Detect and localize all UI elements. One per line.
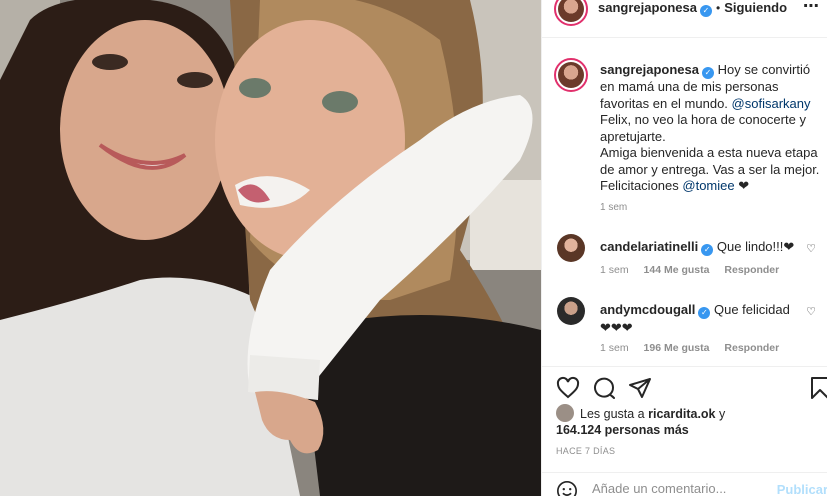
caption-line: de amor y entrega. Vas a ser la mejor. bbox=[600, 161, 820, 177]
caption-time[interactable]: 1 sem bbox=[600, 202, 627, 213]
comment-like-icon[interactable]: ♡ bbox=[806, 242, 816, 255]
caption-avatar-image bbox=[558, 62, 584, 88]
caption-avatar[interactable] bbox=[554, 58, 588, 92]
likes-prefix: Les gusta a bbox=[580, 407, 645, 421]
reply-button[interactable]: Responder bbox=[724, 264, 779, 276]
comment-input[interactable] bbox=[592, 481, 772, 496]
post-time-ago[interactable]: HACE 7 DÍAS bbox=[556, 446, 615, 456]
comment-time[interactable]: 1 sem bbox=[600, 264, 629, 276]
reply-button[interactable]: Responder bbox=[724, 342, 779, 354]
publish-button[interactable]: Publicar bbox=[777, 482, 827, 496]
comment-text: candelariatinelli ✓ Que lindo!!!❤ bbox=[600, 238, 800, 256]
more-options-icon[interactable]: ⋯ bbox=[803, 0, 819, 16]
caption-line: Felicitaciones bbox=[600, 178, 679, 193]
caption-line: apretujarte. bbox=[600, 128, 666, 144]
caption-text: sangrejaponesa ✓ Hoy se convirtió en mamá… bbox=[600, 62, 822, 195]
caption-line: Amiga bienvenida a esta nueva etapa bbox=[600, 145, 818, 160]
liker-avatar[interactable] bbox=[556, 404, 574, 422]
bookmark-icon[interactable] bbox=[808, 376, 827, 400]
commenter-username[interactable]: andymcdougall bbox=[600, 302, 695, 317]
comment-body: Que felicidad bbox=[713, 302, 790, 317]
following-button[interactable]: Siguiendo bbox=[724, 0, 787, 15]
post-header: sangrejaponesa ✓ • Siguiendo ⋯ bbox=[542, 0, 827, 38]
comment-likes[interactable]: 196 Me gusta bbox=[644, 342, 710, 354]
comment-likes[interactable]: 144 Me gusta bbox=[644, 264, 710, 276]
comment-composer: Publicar bbox=[542, 472, 827, 496]
author-avatar[interactable] bbox=[554, 0, 588, 26]
caption-line: en mamá una de mis personas bbox=[600, 79, 779, 94]
mention-link[interactable]: @tomiee bbox=[682, 178, 734, 193]
commenter-avatar[interactable] bbox=[557, 234, 585, 262]
verified-badge-icon: ✓ bbox=[701, 244, 714, 256]
heart-emoji: ❤ bbox=[738, 178, 750, 193]
heart-icon[interactable] bbox=[556, 376, 580, 400]
verified-badge-icon: ✓ bbox=[698, 307, 711, 319]
comment-like-icon[interactable]: ♡ bbox=[806, 305, 816, 318]
separator-dot: • bbox=[716, 1, 721, 15]
author-username[interactable]: sangrejaponesa bbox=[598, 0, 697, 15]
header-user-row: sangrejaponesa ✓ • Siguiendo bbox=[598, 0, 787, 17]
comment-body-hearts: ❤❤❤ bbox=[600, 320, 633, 335]
liker-username[interactable]: ricardita.ok bbox=[648, 407, 715, 421]
verified-badge-icon: ✓ bbox=[702, 67, 714, 79]
selfie-image bbox=[0, 0, 541, 496]
caption-line: favoritas en el mundo. bbox=[600, 95, 728, 111]
comment-meta: 1 sem 196 Me gusta Responder bbox=[600, 342, 791, 354]
caption-username[interactable]: sangrejaponesa bbox=[600, 62, 699, 77]
commenter-username[interactable]: candelariatinelli bbox=[600, 239, 698, 254]
likes-joiner: y bbox=[719, 407, 726, 421]
post-photo[interactable] bbox=[0, 0, 541, 496]
commenter-avatar[interactable] bbox=[557, 297, 585, 325]
action-bar bbox=[542, 366, 827, 406]
caption-line: Hoy se convirtió bbox=[717, 62, 811, 77]
comment-text: andymcdougall ✓ Que felicidad ❤❤❤ bbox=[600, 301, 800, 336]
comment-icon[interactable] bbox=[592, 376, 616, 400]
share-icon[interactable] bbox=[628, 376, 652, 400]
likes-count[interactable]: 164.124 personas más bbox=[556, 423, 689, 437]
comment-time[interactable]: 1 sem bbox=[600, 342, 629, 354]
caption-line: Felix, no veo la hora de conocerte y bbox=[600, 112, 806, 127]
author-avatar-image bbox=[558, 0, 584, 22]
post-panel: sangrejaponesa ✓ • Siguiendo ⋯ sangrejapone… bbox=[541, 0, 827, 496]
verified-badge-icon: ✓ bbox=[700, 5, 712, 17]
comment-meta: 1 sem 144 Me gusta Responder bbox=[600, 264, 791, 276]
smiley-icon[interactable] bbox=[556, 480, 578, 496]
likes-summary: Les gusta a ricardita.ok y 164.124 perso… bbox=[556, 404, 816, 438]
comment-body: Que lindo!!!❤ bbox=[716, 239, 795, 254]
mention-link[interactable]: @sofisarkany bbox=[732, 96, 811, 111]
